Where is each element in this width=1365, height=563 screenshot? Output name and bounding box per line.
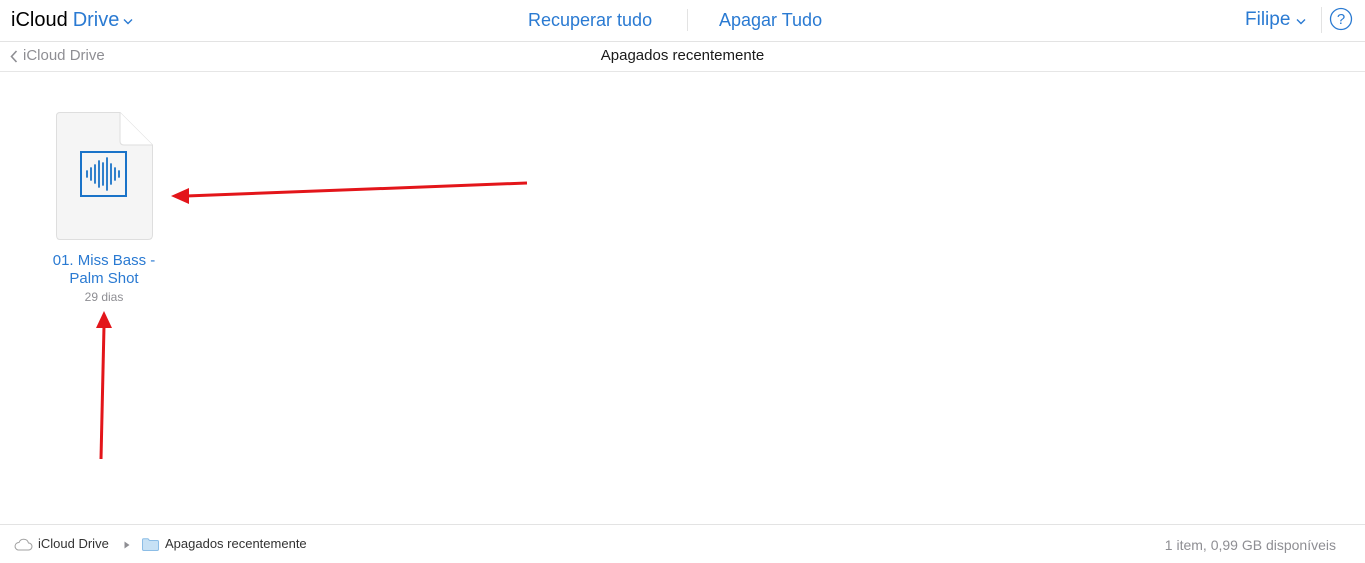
user-menu[interactable]: Filipe (1245, 9, 1306, 31)
breadcrumb-recently-deleted[interactable]: Apagados recentemente (142, 536, 307, 552)
delete-all-button[interactable]: Apagar Tudo (719, 9, 822, 31)
cloud-icon (14, 538, 33, 550)
app-switcher[interactable]: iCloud Drive (11, 8, 133, 32)
caret-right-icon (124, 541, 130, 549)
navigation-bar: iCloud Drive Apagados recentemente (0, 42, 1365, 72)
status-bar: iCloud Drive Apagados recentemente 1 ite… (0, 524, 1365, 563)
file-name[interactable]: 01. Miss Bass - Palm Shot (30, 252, 178, 288)
svg-text:?: ? (1337, 11, 1345, 28)
top-bar: iCloud Drive Recuperar tudo Apagar Tudo … (0, 0, 1365, 42)
toolbar-divider (687, 9, 688, 31)
arrow-annotation-horizontal (171, 181, 528, 204)
chevron-down-icon (123, 18, 133, 24)
recover-all-button[interactable]: Recuperar tudo (528, 9, 652, 31)
page-title: Apagados recentemente (600, 47, 765, 64)
file-item[interactable]: 01. Miss Bass - Palm Shot 29 dias (30, 108, 178, 308)
breadcrumb-label: iCloud Drive (38, 536, 109, 551)
brand-label: iCloud (11, 9, 68, 31)
product-label: Drive (72, 9, 120, 31)
topbar-divider (1321, 7, 1322, 33)
question-circle-icon[interactable]: ? (1329, 7, 1353, 31)
audio-file-icon (56, 112, 153, 240)
breadcrumb-icloud-drive[interactable]: iCloud Drive (13, 536, 109, 552)
chevron-down-icon (1296, 18, 1306, 24)
folder-icon (142, 537, 159, 551)
user-name: Filipe (1245, 9, 1291, 30)
file-age: 29 dias (84, 290, 124, 304)
storage-info: 1 item, 0,99 GB disponíveis (1164, 537, 1336, 553)
annotation-overlay (96, 181, 528, 460)
breadcrumb-label: Apagados recentemente (165, 536, 307, 551)
arrow-annotation-vertical (96, 311, 112, 460)
file-name-text: 01. Miss Bass - Palm Shot (52, 252, 156, 287)
